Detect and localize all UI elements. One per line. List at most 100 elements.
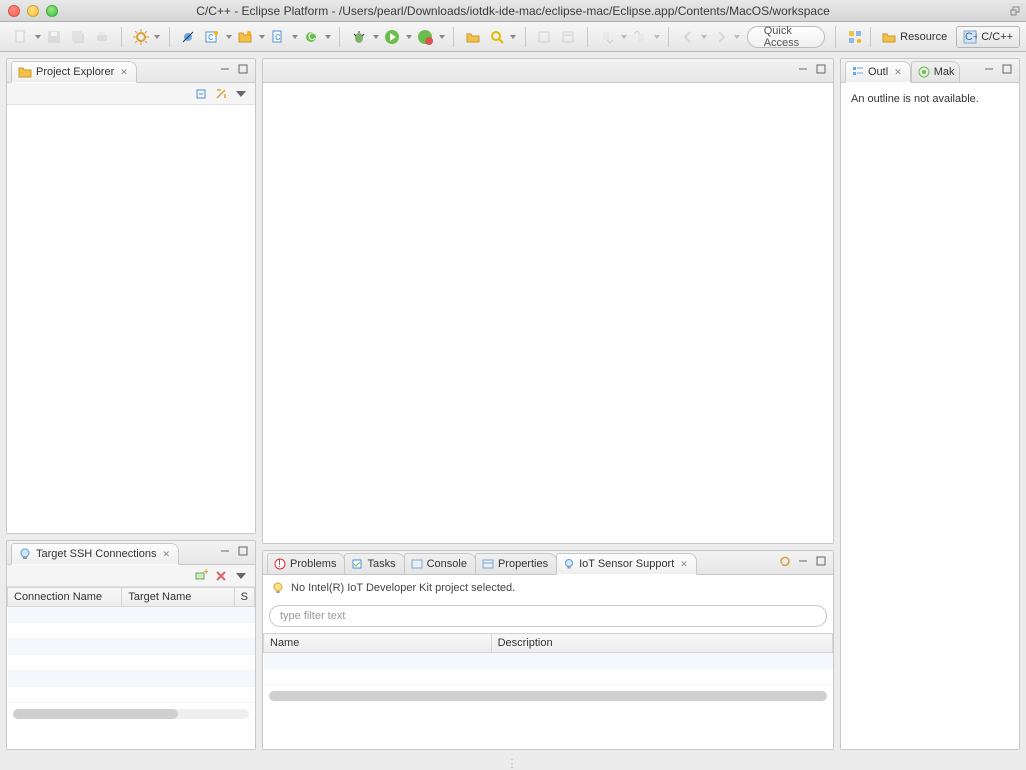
new-button[interactable] — [10, 26, 32, 48]
tab-tasks[interactable]: Tasks — [344, 553, 404, 575]
tab-console[interactable]: Console — [404, 553, 476, 575]
next-annotation-dropdown[interactable] — [620, 26, 627, 48]
prev-annotation-button[interactable] — [629, 26, 651, 48]
zoom-window-button[interactable] — [46, 5, 58, 17]
prev-annotation-dropdown[interactable] — [653, 26, 660, 48]
filter-input[interactable] — [269, 605, 827, 627]
tab-properties-label: Properties — [498, 558, 548, 570]
perspective-resource[interactable]: Resource — [875, 26, 954, 48]
close-icon[interactable]: ✕ — [680, 559, 688, 570]
maximize-view-button[interactable] — [813, 553, 829, 569]
new-c-project-dropdown[interactable] — [225, 26, 232, 48]
minimize-view-button[interactable] — [795, 553, 811, 569]
bottom-sash[interactable]: ⋮ — [0, 756, 1026, 770]
perspective-ccpp[interactable]: C+ C/C++ — [956, 26, 1020, 48]
link-with-editor-button[interactable] — [213, 86, 229, 102]
open-type-button[interactable] — [462, 26, 484, 48]
profile-dropdown[interactable] — [438, 26, 445, 48]
maximize-view-button[interactable] — [999, 61, 1015, 77]
new-dropdown[interactable] — [34, 26, 41, 48]
table-row[interactable] — [8, 655, 255, 671]
tab-properties[interactable]: Properties — [475, 553, 557, 575]
table-row[interactable] — [264, 669, 833, 685]
add-connection-button[interactable]: + — [193, 568, 209, 584]
tab-project-explorer[interactable]: Project Explorer ✕ — [11, 61, 137, 83]
tab-iot-label: IoT Sensor Support — [579, 558, 674, 570]
tab-outline[interactable]: Outl ✕ — [845, 61, 911, 83]
outline-body[interactable]: An outline is not available. — [841, 83, 1019, 749]
new-class-dropdown[interactable] — [324, 26, 331, 48]
build-button[interactable] — [130, 26, 152, 48]
back-button[interactable] — [677, 26, 699, 48]
close-icon[interactable]: ✕ — [162, 549, 170, 560]
toggle-mark-button[interactable] — [557, 26, 579, 48]
main-toolbar: c c C Quick Access — [0, 22, 1026, 52]
ssh-col-connection[interactable]: Connection Name — [8, 588, 122, 607]
iot-col-description[interactable]: Description — [491, 634, 832, 653]
refresh-button[interactable] — [777, 553, 793, 569]
remove-connection-button[interactable] — [213, 568, 229, 584]
minimize-view-button[interactable] — [217, 61, 233, 77]
new-c-file-dropdown[interactable] — [291, 26, 298, 48]
view-menu-button[interactable] — [233, 86, 249, 102]
new-folder-button[interactable] — [234, 26, 256, 48]
debug-button[interactable] — [348, 26, 370, 48]
table-row[interactable] — [8, 687, 255, 703]
maximize-view-button[interactable] — [813, 61, 829, 77]
perspective-resource-label: Resource — [900, 31, 947, 43]
tasks-icon — [351, 558, 363, 570]
tab-ssh-connections[interactable]: Target SSH Connections ✕ — [11, 543, 179, 565]
collapse-all-button[interactable] — [193, 86, 209, 102]
tab-problems[interactable]: ! Problems — [267, 553, 345, 575]
run-dropdown[interactable] — [405, 26, 412, 48]
close-window-button[interactable] — [8, 5, 20, 17]
minimize-window-button[interactable] — [27, 5, 39, 17]
toggle-block-button[interactable] — [533, 26, 555, 48]
print-button[interactable] — [91, 26, 113, 48]
search-dropdown[interactable] — [510, 26, 517, 48]
debug-dropdown[interactable] — [372, 26, 379, 48]
horizontal-scrollbar[interactable] — [13, 709, 249, 719]
forward-dropdown[interactable] — [734, 26, 741, 48]
table-row[interactable] — [8, 607, 255, 623]
tab-make-targets[interactable]: Mak — [911, 61, 960, 83]
maximize-view-button[interactable] — [235, 61, 251, 77]
view-menu-button[interactable] — [233, 568, 249, 584]
horizontal-scrollbar[interactable] — [269, 691, 827, 701]
quick-access-field[interactable]: Quick Access — [747, 26, 825, 48]
skip-breakpoints-button[interactable] — [177, 26, 199, 48]
search-button[interactable] — [486, 26, 508, 48]
close-icon[interactable]: ✕ — [894, 67, 902, 78]
maximize-view-button[interactable] — [235, 543, 251, 559]
minimize-view-button[interactable] — [217, 543, 233, 559]
table-row[interactable] — [8, 671, 255, 687]
iot-col-name[interactable]: Name — [264, 634, 492, 653]
problems-icon: ! — [274, 558, 286, 570]
minimize-view-button[interactable] — [795, 61, 811, 77]
back-dropdown[interactable] — [701, 26, 708, 48]
tab-iot-sensor-support[interactable]: IoT Sensor Support ✕ — [556, 553, 697, 575]
new-class-button[interactable]: C — [300, 26, 322, 48]
new-c-project-button[interactable]: c — [201, 26, 223, 48]
ssh-col-status[interactable]: S — [234, 588, 254, 607]
table-row[interactable] — [8, 623, 255, 639]
next-annotation-button[interactable] — [596, 26, 618, 48]
save-all-button[interactable] — [67, 26, 89, 48]
new-c-file-button[interactable]: c — [267, 26, 289, 48]
build-dropdown[interactable] — [154, 26, 161, 48]
editor-body[interactable] — [263, 83, 833, 543]
new-folder-dropdown[interactable] — [258, 26, 265, 48]
run-button[interactable] — [381, 26, 403, 48]
project-explorer-body[interactable] — [7, 105, 255, 533]
minimize-view-button[interactable] — [981, 61, 997, 77]
close-icon[interactable]: ✕ — [120, 67, 128, 78]
open-perspective-button[interactable] — [844, 26, 866, 48]
table-row[interactable] — [8, 639, 255, 655]
ssh-col-target[interactable]: Target Name — [122, 588, 234, 607]
restore-icon[interactable] — [1010, 6, 1020, 16]
save-button[interactable] — [43, 26, 65, 48]
profile-button[interactable] — [414, 26, 436, 48]
forward-button[interactable] — [710, 26, 732, 48]
ssh-body[interactable]: Connection Name Target Name S — [7, 587, 255, 749]
table-row[interactable] — [264, 653, 833, 669]
